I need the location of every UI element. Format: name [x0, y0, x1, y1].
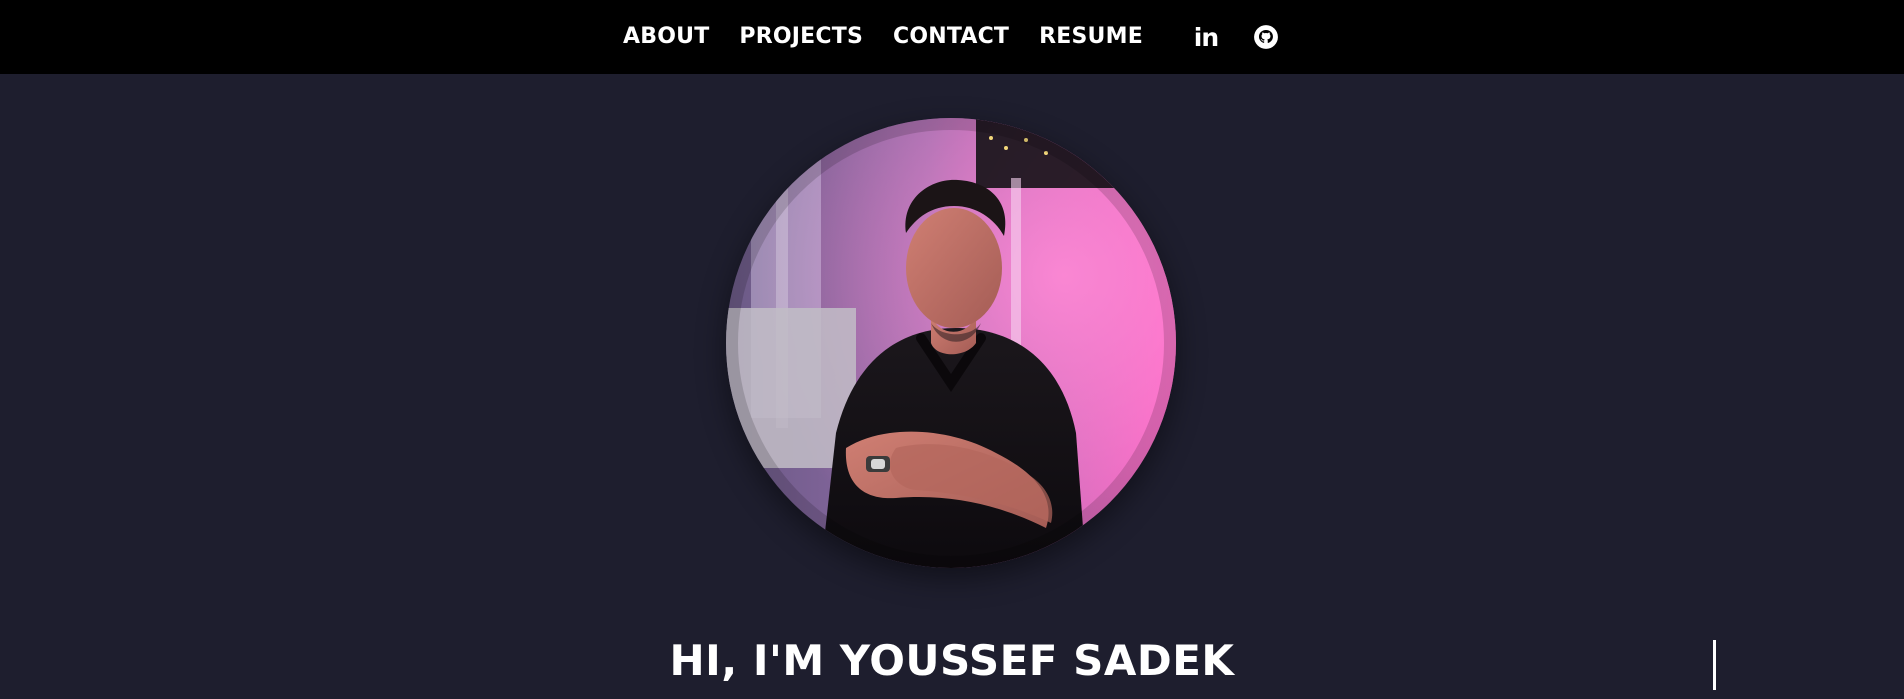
linkedin-icon-text: in [1193, 22, 1219, 52]
nav-about-link[interactable]: ABOUT [623, 26, 709, 48]
github-icon-svg [1254, 25, 1278, 49]
github-icon[interactable] [1251, 22, 1281, 52]
nav: ABOUT PROJECTS CONTACT RESUME in [0, 0, 1904, 74]
profile-photo [726, 118, 1176, 568]
social-icons: in [1176, 22, 1296, 52]
nav-projects-link[interactable]: PROJECTS [739, 26, 863, 48]
nav-resume-link[interactable]: RESUME [1039, 26, 1143, 48]
hero-title: HI, I'M YOUSSEF SADEK [669, 636, 1235, 685]
nav-contact-link[interactable]: CONTACT [893, 26, 1009, 48]
avatar [726, 118, 1176, 568]
linkedin-icon[interactable]: in [1191, 22, 1221, 52]
typing-caret [1713, 640, 1716, 690]
